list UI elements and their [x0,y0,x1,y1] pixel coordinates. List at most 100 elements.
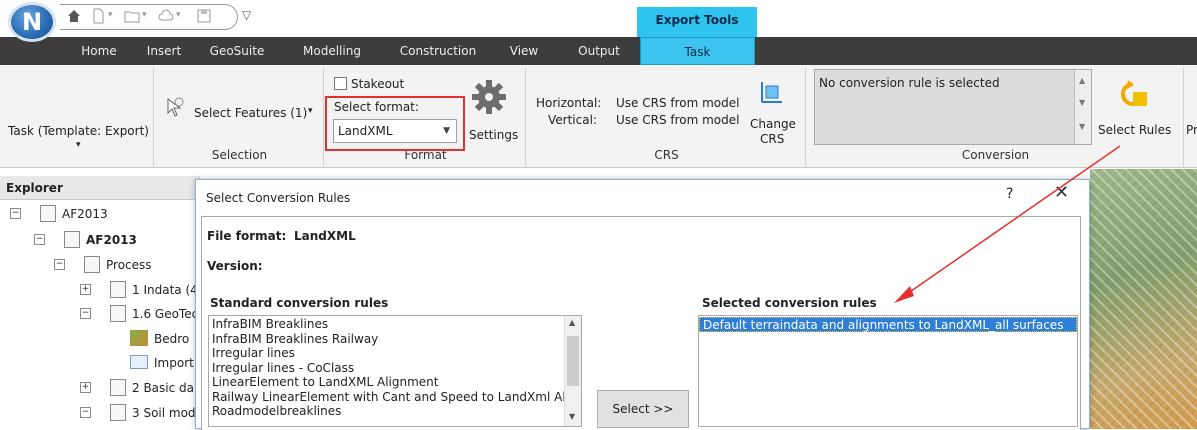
version-label: Version: [207,259,263,273]
list-item[interactable]: LinearElement to LandXML Alignment [209,375,564,390]
format-select[interactable]: LandXML ▼ [333,119,457,143]
scroll-down-icon[interactable]: ▼ [1079,98,1085,107]
scroll-up-icon[interactable]: ▲ [1079,76,1085,85]
expand-icon[interactable]: + [80,382,91,393]
selection-group-label: Selection [211,148,268,162]
conversion-status-text: No conversion rule is selected [819,76,1000,90]
crs-group: Horizontal: Use CRS from model Vertical:… [528,68,806,166]
explorer-title: Explorer [6,181,63,195]
selection-group: Select Features (1) ▾ Selection [156,68,324,166]
explorer-tree: − AF2013 − AF2013 − Process + 1 Indata (… [0,200,200,429]
horizontal-crs-value: Use CRS from model [616,96,740,110]
select-rules-button[interactable]: Select Rules [1098,123,1171,137]
select-rules-icon[interactable] [1114,80,1150,113]
dropdown-icon[interactable]: ▾ [108,10,113,20]
tab-construction[interactable]: Construction [393,37,483,65]
tree-item-label: 2 Basic da [132,381,195,395]
tree-item-label: 1.6 GeoTec [132,307,199,321]
next-button-partial[interactable]: Pr [1186,123,1197,137]
task-list-icon [110,404,126,421]
task-list-icon [110,379,126,396]
list-item-selected[interactable]: Default terraindata and alignments to La… [699,317,1077,332]
standard-rules-list[interactable]: InfraBIM Breaklines InfraBIM Breaklines … [208,315,582,427]
model-icon [64,231,80,248]
scrollbar-thumb[interactable] [567,336,579,386]
list-item[interactable]: Roadmodelbreaklines [209,404,564,419]
change-crs-button-line1[interactable]: Change [750,117,796,131]
tab-modelling[interactable]: Modelling [296,37,368,65]
list-item[interactable]: Irregular lines - CoClass [209,361,564,376]
context-tab-header: Export Tools [637,7,757,37]
bedrock-icon [130,330,148,346]
task-dropdown-icon[interactable]: ▾ [76,140,81,150]
expand-icon[interactable]: ▼ [1079,122,1085,131]
task-list-icon [110,305,126,322]
project-icon [40,205,56,222]
stakeout-checkbox-box[interactable] [334,77,347,90]
new-document-icon[interactable] [90,8,106,24]
settings-button[interactable]: Settings [469,128,518,142]
file-format-label: File format: [207,229,287,243]
selected-rules-list[interactable]: Default terraindata and alignments to La… [698,315,1078,427]
file-format-value: LandXML [294,229,356,243]
collapse-icon[interactable]: − [80,407,91,418]
cloud-icon[interactable] [158,8,174,24]
explorer-header: Explorer [0,176,200,200]
select-features-icon[interactable] [164,96,186,123]
help-button[interactable]: ? [1006,186,1013,202]
dialog-title: Select Conversion Rules [206,191,351,205]
app-logo[interactable]: N [8,2,56,42]
chevron-down-icon: ▼ [443,126,450,136]
dialog-titlebar: Select Conversion Rules ? ✕ [196,180,1089,212]
dropdown-icon[interactable]: ▾ [142,10,147,20]
close-icon[interactable]: ✕ [1054,182,1069,203]
list-item[interactable]: Irregular lines [209,346,564,361]
customize-toolbar-icon[interactable]: ▽ [242,8,251,22]
scroll-down-icon[interactable]: ▼ [569,412,575,421]
stakeout-label: Stakeout [351,77,405,91]
ribbon-tab-strip: Home Insert GeoSuite Modelling Construct… [0,37,1197,65]
home-icon[interactable] [66,8,82,24]
tab-home[interactable]: Home [72,37,126,65]
dropdown-icon[interactable]: ▾ [176,10,181,20]
change-crs-icon[interactable] [758,78,786,109]
tree-item-label: AF2013 [86,233,137,247]
stakeout-checkbox[interactable]: Stakeout [334,77,404,91]
collapse-icon[interactable]: − [80,308,91,319]
tab-insert[interactable]: Insert [140,37,188,65]
vertical-crs-value: Use CRS from model [616,113,740,127]
process-icon [84,256,100,273]
tab-geosuite[interactable]: GeoSuite [205,37,269,65]
tab-output[interactable]: Output [570,37,628,65]
scroll-up-icon[interactable]: ▲ [569,318,575,327]
collapse-icon[interactable]: − [10,208,21,219]
selected-rules-header: Selected conversion rules [702,296,877,310]
standard-rules-header: Standard conversion rules [210,296,389,310]
task-group: Task (Template: Export) ▾ [4,68,154,166]
save-icon[interactable] [196,8,212,24]
conversion-scrollbar[interactable]: ▲ ▼ ▼ [1074,70,1091,144]
standard-rules-scrollbar[interactable]: ▲ ▼ [564,316,581,426]
list-item[interactable]: Railway LinearElement with Cant and Spee… [209,390,566,405]
tab-view[interactable]: View [504,37,544,65]
tab-task[interactable]: Task [640,37,755,65]
collapse-icon[interactable]: − [34,234,45,245]
tree-item-label: Bedro [154,332,190,346]
conversion-group-label: Conversion [961,148,1030,162]
task-list-icon [110,281,126,298]
select-button[interactable]: Select >> [597,390,689,428]
settings-gear-icon[interactable] [470,78,508,119]
tree-item-label: 3 Soil mod [132,406,196,420]
select-conversion-rules-dialog: Select Conversion Rules ? ✕ File format:… [195,179,1090,430]
select-features-button[interactable]: Select Features (1) [194,106,307,120]
task-template-button[interactable]: Task (Template: Export) [8,124,149,138]
select-features-dropdown-icon[interactable]: ▾ [308,106,313,116]
tree-item-label: Process [106,258,152,272]
map-view[interactable] [1090,169,1197,429]
collapse-icon[interactable]: − [54,259,65,270]
list-item[interactable]: InfraBIM Breaklines Railway [209,332,564,347]
open-folder-icon[interactable] [124,8,140,24]
tree-item-label: 1 Indata (4 [132,283,198,297]
expand-icon[interactable]: + [80,284,91,295]
list-item[interactable]: InfraBIM Breaklines [209,317,564,332]
